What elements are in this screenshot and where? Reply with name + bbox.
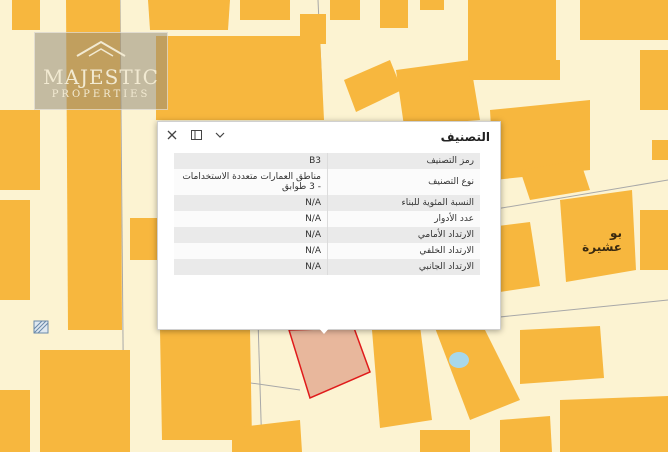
chevron-down-icon[interactable]: [214, 128, 226, 142]
attr-key: الارتداد الجانبي: [327, 259, 480, 275]
map-place-label: بو عشيرة: [582, 226, 622, 254]
table-row: النسبة المئوية للبناء N/A: [174, 195, 480, 211]
watermark-name: MAJESTIC: [43, 65, 159, 89]
attribute-table: رمز التصنيف B3 نوع التصنيف مناطق العمارات …: [174, 153, 480, 275]
attr-value: N/A: [174, 195, 328, 211]
popup-pointer: [317, 326, 331, 334]
selected-parcel[interactable]: [287, 327, 371, 400]
attr-value: N/A: [174, 227, 328, 243]
table-row: رمز التصنيف B3: [174, 153, 480, 169]
attr-value: مناطق العمارات متعددة الاستخدامات - 3 طو…: [174, 169, 328, 195]
popup-toolbar: [166, 128, 226, 142]
attr-value: B3: [174, 153, 328, 169]
table-row: الارتداد الخلفي N/A: [174, 243, 480, 259]
attr-key: رمز التصنيف: [327, 153, 480, 169]
table-row: الارتداد الأمامي N/A: [174, 227, 480, 243]
watermark-logo: MAJESTIC PROPERTIES: [34, 32, 168, 110]
attr-key: الارتداد الأمامي: [327, 227, 480, 243]
dock-icon[interactable]: [190, 128, 202, 142]
attr-key: نوع التصنيف: [327, 169, 480, 195]
attr-key: الارتداد الخلفي: [327, 243, 480, 259]
attr-key: عدد الأدوار: [327, 211, 480, 227]
pool: [449, 352, 469, 368]
attr-value: N/A: [174, 211, 328, 227]
table-row: عدد الأدوار N/A: [174, 211, 480, 227]
classification-popup: التصنيف رمز التصنيف B3 نوع التصنيف مناطق ا…: [157, 121, 501, 330]
popup-title: التصنيف: [440, 130, 490, 144]
close-icon[interactable]: [166, 128, 178, 142]
attr-value: N/A: [174, 243, 328, 259]
table-row: الارتداد الجانبي N/A: [174, 259, 480, 275]
attr-value: N/A: [174, 259, 328, 275]
roof-logo-icon: [76, 40, 126, 57]
watermark-tagline: PROPERTIES: [51, 89, 151, 100]
hatched-marker: [33, 320, 49, 334]
attr-key: النسبة المئوية للبناء: [327, 195, 480, 211]
table-row: نوع التصنيف مناطق العمارات متعددة الاستخد…: [174, 169, 480, 195]
